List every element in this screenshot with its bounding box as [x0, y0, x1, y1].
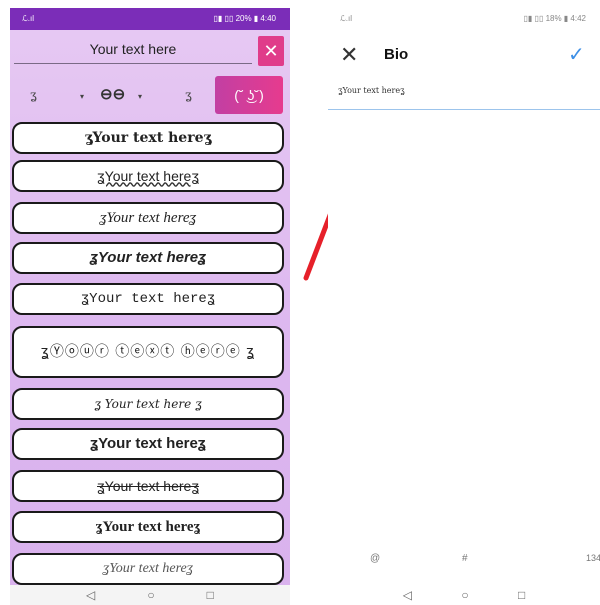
chevron-down-icon[interactable]: ▾ — [138, 92, 142, 101]
chevron-down-icon[interactable]: ▾ — [80, 92, 84, 101]
left-status-bar: ℒ.ıl ▯▮ ▯▯ 20% ▮ 4:40 — [10, 8, 290, 30]
recent-apps-icon[interactable]: □ — [207, 588, 214, 602]
left-phone-screen: ℒ.ıl ▯▮ ▯▯ 20% ▮ 4:40 ✕ ʓ ▾ ⊖⊖ ▾ ʓ (˘ ͜ʖ… — [10, 8, 290, 605]
home-icon[interactable]: ○ — [147, 588, 154, 602]
style-item-8[interactable]: ʓYour text hereʓ — [12, 470, 284, 502]
bio-input[interactable]: ʓYour text hereʓ — [328, 82, 600, 110]
left-nav-bar: ◁ ○ □ — [10, 585, 290, 605]
decoration-right-selector[interactable]: ʓ — [185, 88, 192, 102]
signal-icon: ℒ.ıl — [340, 14, 352, 23]
bio-bottom-bar: @ # 134 — [328, 553, 600, 573]
style-toolbar: ʓ ▾ ⊖⊖ ▾ ʓ (˘ ͜ʖ˘) — [10, 76, 290, 116]
status-info: ▯▮ ▯▯ 20% ▮ 4:40 — [213, 14, 276, 23]
mention-button[interactable]: @ — [370, 553, 380, 564]
right-phone-screen: ℒ.ıl ▯▮ ▯▯ 18% ▮ 4:42 ✕ Bio ✓ ʓYour text… — [328, 8, 600, 605]
clear-button[interactable]: ✕ — [258, 36, 284, 66]
close-icon: ✕ — [263, 40, 279, 61]
close-icon[interactable]: ✕ — [340, 42, 358, 68]
style-item-0[interactable]: ʓYour text hereʓ — [12, 122, 284, 154]
style-item-4[interactable]: ʓYour text hereʓ — [12, 283, 284, 315]
right-nav-bar: ◁ ○ □ — [328, 585, 600, 605]
style-item-1[interactable]: ʓYour text hereʓ — [12, 160, 284, 192]
kaomoji-button[interactable]: (˘ ͜ʖ˘) — [215, 76, 283, 114]
bio-text: ʓYour text hereʓ — [338, 86, 405, 95]
style-item-5[interactable]: ʓⓎⓞⓤⓡ ⓣⓔⓧⓣ ⓗⓔⓡⓔ ʓ — [12, 326, 284, 378]
style-item-9[interactable]: ʓYour text hereʓ — [12, 511, 284, 543]
home-icon[interactable]: ○ — [461, 588, 468, 602]
back-icon[interactable]: ◁ — [403, 588, 412, 602]
char-count: 134 — [586, 553, 600, 563]
link-icon[interactable]: ⊖⊖ — [100, 85, 125, 103]
text-input[interactable] — [14, 34, 252, 64]
status-info: ▯▮ ▯▯ 18% ▮ 4:42 — [523, 14, 586, 23]
right-status-bar: ℒ.ıl ▯▮ ▯▯ 18% ▮ 4:42 — [328, 8, 600, 30]
page-title: Bio — [384, 46, 409, 63]
style-item-7[interactable]: ʓYour text hereʓ — [12, 428, 284, 460]
style-item-10[interactable]: ʓYour text hereʓ — [12, 553, 284, 585]
recent-apps-icon[interactable]: □ — [518, 588, 525, 602]
style-item-3[interactable]: ʓYour text hereʓ — [12, 242, 284, 274]
bio-header: ✕ Bio ✓ — [328, 36, 600, 76]
style-item-6[interactable]: ʓ Your text here ʓ — [12, 388, 284, 420]
back-icon[interactable]: ◁ — [86, 588, 95, 602]
check-icon[interactable]: ✓ — [568, 42, 585, 67]
style-item-2[interactable]: ʓYour text hereʓ — [12, 202, 284, 234]
font-style-app: ✕ ʓ ▾ ⊖⊖ ▾ ʓ (˘ ͜ʖ˘) ʓYour text hereʓ ʓY… — [10, 30, 290, 585]
signal-icon: ℒ.ıl — [22, 14, 34, 23]
hashtag-button[interactable]: # — [462, 553, 468, 564]
decoration-left-selector[interactable]: ʓ — [30, 88, 37, 102]
